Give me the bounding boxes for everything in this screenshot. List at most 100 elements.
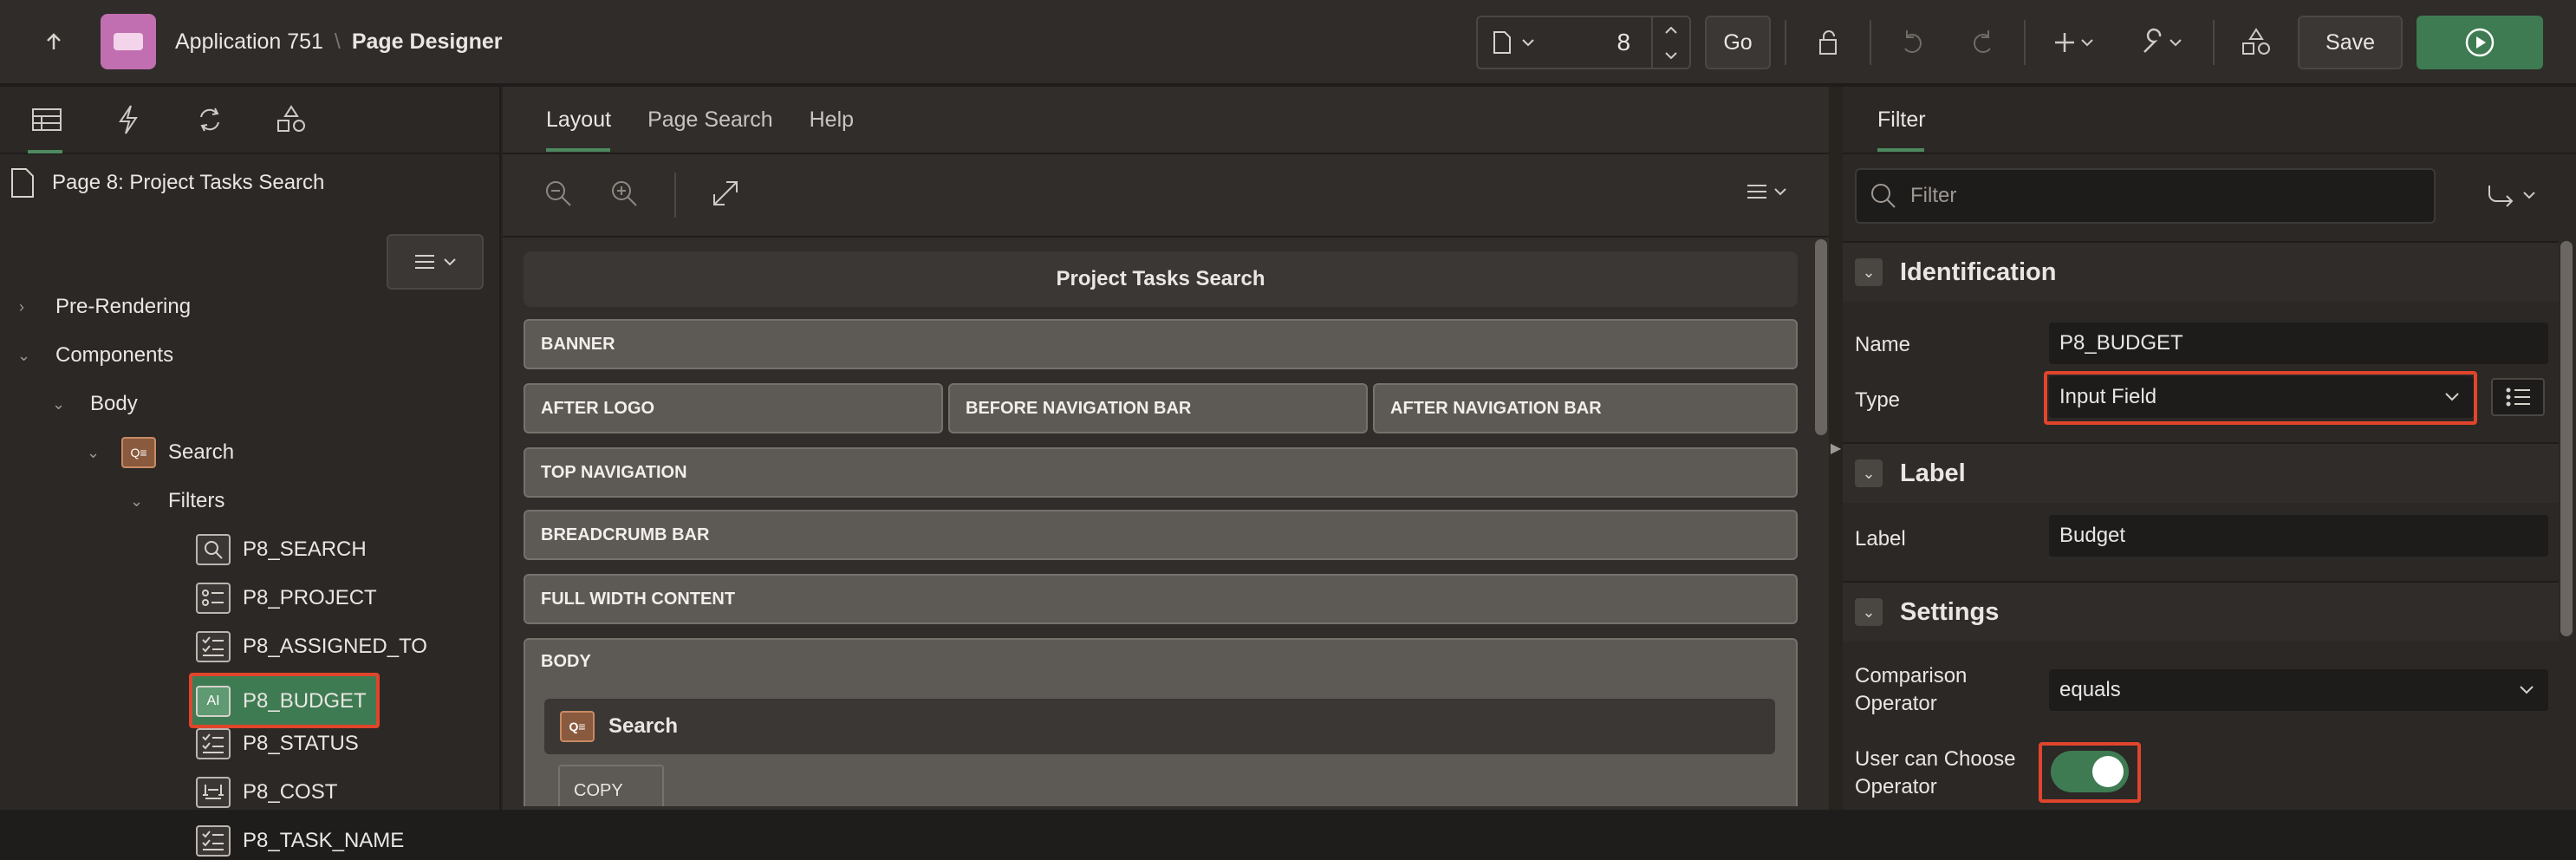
section-identification[interactable]: ⌄ Identification <box>1843 241 2559 302</box>
layout-scrollbar[interactable] <box>1815 239 1827 435</box>
filter-input-wrap[interactable]: Filter <box>1855 168 2436 224</box>
highlight-box-toggle <box>2039 742 2141 803</box>
chevron-down-icon[interactable]: ⌄ <box>52 395 69 414</box>
chevron-down-icon[interactable]: ⌄ <box>17 347 35 365</box>
tree-label: Search <box>168 440 235 464</box>
section-settings[interactable]: ⌄ Settings <box>1843 581 2559 642</box>
tree-label: Components <box>55 343 174 367</box>
section-title: Settings <box>1900 597 2000 626</box>
search-region-icon: Q≡ <box>560 711 595 742</box>
processing-loop-icon[interactable] <box>192 102 227 137</box>
list-of-values-icon[interactable] <box>2491 378 2545 416</box>
app-icon[interactable] <box>101 14 156 69</box>
expand-icon[interactable] <box>711 179 740 212</box>
chevron-down-icon[interactable]: ⌄ <box>87 444 104 462</box>
tree-label: P8_ASSIGNED_TO <box>243 635 427 658</box>
app-header: Application 751 \ Page Designer <box>0 14 503 69</box>
tree-item-p8-status[interactable]: P8_STATUS <box>196 725 359 763</box>
tab-layout[interactable]: Layout <box>546 108 611 152</box>
tree-label: Pre-Rendering <box>55 295 192 318</box>
tree-item-search[interactable]: ⌄ Q≡ Search <box>87 433 234 472</box>
region-breadcrumb-bar[interactable]: BREADCRUMB BAR <box>524 510 1798 560</box>
comparison-operator-select[interactable]: equals <box>2049 669 2548 711</box>
tree-item-p8-assigned-to[interactable]: P8_ASSIGNED_TO <box>196 628 427 666</box>
highlight-box-type <box>2044 371 2477 425</box>
page-icon <box>11 168 34 198</box>
chevron-right-icon[interactable]: › <box>19 298 36 316</box>
page-stepper[interactable] <box>1651 17 1689 68</box>
shared-components-icon[interactable] <box>274 102 309 137</box>
chevron-down-icon[interactable]: ⌄ <box>1855 598 1883 626</box>
chevron-down-icon[interactable]: ⌄ <box>130 492 147 511</box>
tree-item-p8-task-name[interactable]: P8_TASK_NAME <box>196 822 404 860</box>
go-button[interactable]: Go <box>1705 16 1772 69</box>
tree-item-components[interactable]: ⌄ Components <box>17 336 173 375</box>
run-button[interactable] <box>2417 16 2543 69</box>
layout-toolbar <box>503 154 1829 238</box>
tree-item-p8-project[interactable]: P8_PROJECT <box>196 579 377 617</box>
label-line: Comparison <box>1855 664 1968 687</box>
shared-components-icon[interactable] <box>2228 16 2284 69</box>
tab-page-search[interactable]: Page Search <box>647 108 773 133</box>
undo-icon[interactable] <box>1885 16 1941 69</box>
copy-position[interactable]: COPY <box>558 765 664 806</box>
tree-label: P8_PROJECT <box>243 586 377 609</box>
app-name[interactable]: Application 751 <box>175 29 323 54</box>
label-field[interactable]: Budget <box>2049 515 2548 557</box>
lock-icon[interactable] <box>1800 16 1856 69</box>
divider <box>2024 20 2026 65</box>
tree-item-body[interactable]: ⌄ Body <box>52 385 138 423</box>
search-region-block[interactable]: Q≡ Search <box>544 699 1775 754</box>
utilities-wrench-icon[interactable] <box>2126 16 2199 69</box>
checkbox-list-icon <box>196 825 231 857</box>
page-selector[interactable]: 8 <box>1476 16 1692 69</box>
splitter-right[interactable]: ▶ <box>1829 87 1843 810</box>
tree-label: P8_TASK_NAME <box>243 829 405 852</box>
region-after-navigation-bar[interactable]: AFTER NAVIGATION BAR <box>1373 383 1798 433</box>
tree-item-filters[interactable]: ⌄ Filters <box>130 482 224 520</box>
zoom-in-icon[interactable] <box>608 178 640 213</box>
chevron-down-icon[interactable]: ⌄ <box>1855 258 1883 286</box>
redo-icon[interactable] <box>1955 16 2010 69</box>
user-can-choose-operator-label: User can Choose Operator <box>1855 746 2015 801</box>
name-field[interactable]: P8_BUDGET <box>2049 322 2548 364</box>
label-label: Label <box>1855 527 1906 551</box>
go-to-group-icon[interactable] <box>2486 182 2541 214</box>
comparison-operator-label: Comparison Operator <box>1855 662 1967 718</box>
property-editor: Filter Filter ⌄ Identification Name P8_B… <box>1843 87 2576 810</box>
up-arrow-icon[interactable] <box>26 15 81 68</box>
tree-item-pre-rendering[interactable]: › Pre-Rendering <box>19 288 191 326</box>
tab-filter[interactable]: Filter <box>1877 108 1926 152</box>
rendering-tab-icon[interactable] <box>28 102 64 153</box>
region-top-navigation[interactable]: TOP NAVIGATION <box>524 447 1798 498</box>
type-label: Type <box>1855 388 1901 412</box>
tree-label: Filters <box>168 489 225 512</box>
highlight-box-tree <box>189 673 380 728</box>
property-scrollbar[interactable] <box>2560 241 2573 636</box>
layout-menu-icon[interactable] <box>1746 180 1794 209</box>
save-button[interactable]: Save <box>2298 16 2403 69</box>
chevron-down-icon[interactable] <box>1521 38 1535 47</box>
tree-menu-button[interactable] <box>387 234 484 290</box>
tree-label: P8_COST <box>243 780 338 804</box>
top-toolbar: 8 Go Save <box>1476 0 2576 85</box>
dynamic-actions-lightning-icon[interactable] <box>111 102 146 137</box>
divider <box>1785 20 1787 65</box>
region-after-logo[interactable]: AFTER LOGO <box>524 383 943 433</box>
chevron-down-icon <box>444 258 456 266</box>
tree-item-p8-search[interactable]: P8_SEARCH <box>196 531 367 569</box>
middle-tabs: Layout Page Search Help <box>503 87 1829 154</box>
tree-label: P8_STATUS <box>243 732 359 755</box>
tab-help[interactable]: Help <box>810 108 854 133</box>
zoom-out-icon[interactable] <box>543 178 574 213</box>
tree-item-p8-cost[interactable]: P8_COST <box>196 773 337 811</box>
region-before-navigation-bar[interactable]: BEFORE NAVIGATION BAR <box>948 383 1368 433</box>
tree-root[interactable]: Page 8: Project Tasks Search <box>9 163 324 203</box>
page-number-input[interactable]: 8 <box>1544 29 1643 56</box>
add-icon[interactable] <box>2039 16 2112 69</box>
region-banner[interactable]: BANNER <box>524 319 1798 369</box>
chevron-down-icon[interactable]: ⌄ <box>1855 459 1883 487</box>
tree-label: Body <box>90 392 138 415</box>
section-label[interactable]: ⌄ Label <box>1843 442 2559 503</box>
region-full-width-content[interactable]: FULL WIDTH CONTENT <box>524 574 1798 624</box>
